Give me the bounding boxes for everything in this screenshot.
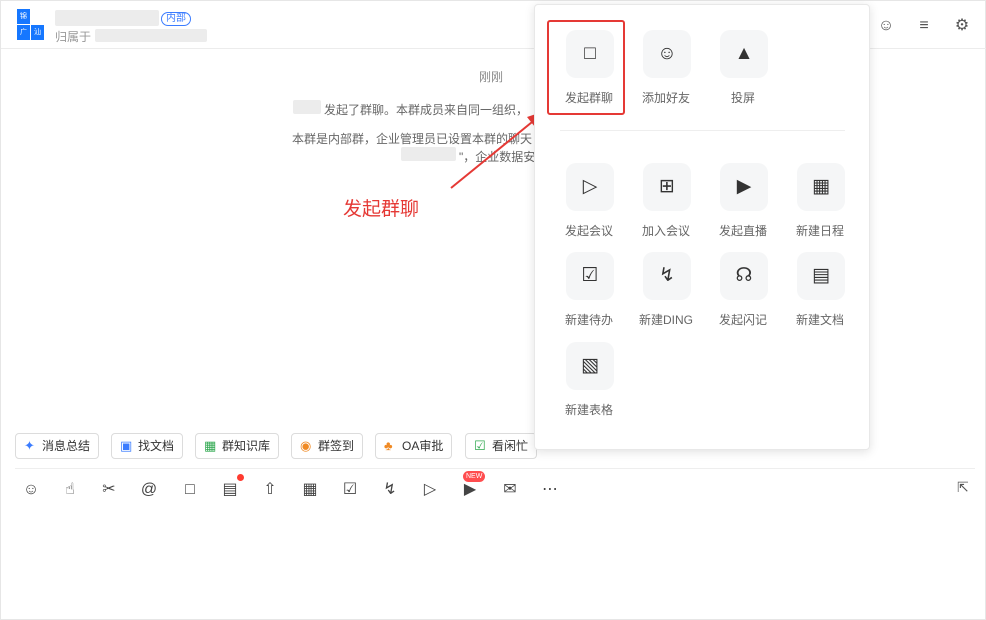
annotation-highlight-box [547,20,625,115]
lightning-icon[interactable]: ↯ [379,479,401,501]
video-icon[interactable]: ▷ [419,479,441,501]
menu-item-new-document[interactable]: ▤ 新建文档 [785,252,855,342]
calendar-icon[interactable]: ▦ [299,479,321,501]
menu-item-new-schedule[interactable]: ▦ 新建日程 [785,163,855,253]
sparkle-icon: ✦ [24,438,35,453]
expand-icon[interactable]: ⇱ [957,479,969,496]
calendar-check-icon: ☑ [474,438,486,453]
checkbox-icon: ☑ [566,252,614,300]
chat-window: 锦 广 汕 内部 归属于 ☺ ≡ ⚙ 刚刚 发起了群聊。本群成员来自同一组织， … [0,0,986,620]
notification-dot [237,474,244,481]
emoji-icon[interactable]: ☺ [20,479,42,501]
quick-tool-knowledge-base[interactable]: ▦ 群知识库 [195,433,280,459]
menu-item-new-todo[interactable]: ☑ 新建待办 [554,252,624,342]
table-sheet-icon: ▧ [566,342,614,390]
menu-item-label: 新建表格 [564,403,613,417]
document-icon: ▤ [797,252,845,300]
play-icon[interactable]: ▶ [459,479,481,501]
more-icon[interactable]: ⋯ [539,479,561,501]
checkbox-icon[interactable]: ☑ [339,479,361,501]
quick-tool-summary[interactable]: ✦ 消息总结 [15,433,100,459]
menu-item-label: 添加好友 [641,91,690,105]
new-badge: NEW [463,471,486,482]
menu-item-new-sheet[interactable]: ▧ 新建表格 [554,342,624,432]
menu-item-label: 发起闪记 [718,313,767,327]
menu-separator [560,130,845,131]
quick-tool-label: 看闲忙 [492,439,529,453]
scissors-icon[interactable]: ✂ [98,479,120,501]
note-add-icon[interactable]: ▤ [219,479,241,501]
menu-item-screen-cast[interactable]: ▲ 投屏 [708,30,778,120]
quick-tool-label: 群知识库 [222,439,271,453]
menu-item-label: 新建日程 [795,224,844,238]
menu-item-label: 发起直播 [718,224,767,238]
toolbar-divider [15,468,975,469]
at-icon[interactable]: @ [138,479,160,501]
menu-item-flash-note[interactable]: ☊ 发起闪记 [708,252,778,342]
mail-icon[interactable]: ✉ [499,479,521,501]
screen-cast-icon: ▲ [720,30,768,78]
lightning-icon: ↯ [643,252,691,300]
menu-item-label: 新建待办 [564,313,613,327]
quick-tool-label: OA审批 [402,439,444,453]
quick-tool-oa-approval[interactable]: ♣ OA审批 [375,433,453,459]
quick-tool-availability[interactable]: ☑ 看闲忙 [465,433,538,459]
quick-tool-label: 群签到 [318,439,355,453]
menu-item-start-meeting[interactable]: ▷ 发起会议 [554,163,624,253]
quick-tool-find-doc[interactable]: ▣ 找文档 [111,433,184,459]
video-camera-icon: ▷ [566,163,614,211]
location-pin-icon: ◉ [300,438,312,453]
menu-item-add-friend[interactable]: ☺ 添加好友 [631,30,701,120]
quick-tool-check-in[interactable]: ◉ 群签到 [291,433,364,459]
slash-command-icon[interactable]: □ [179,479,201,501]
menu-item-label: 投屏 [730,91,755,105]
menu-item-label: 发起会议 [564,224,613,238]
menu-item-label: 新建DING [638,313,693,327]
live-tv-icon: ▶ [720,163,768,211]
menu-item-label: 新建文档 [795,313,844,327]
stamp-icon: ♣ [384,438,393,453]
quick-tool-label: 找文档 [138,439,175,453]
menu-item-start-live[interactable]: ▶ 发起直播 [708,163,778,253]
calendar-icon: ▦ [797,163,845,211]
knowledge-base-icon: ▦ [204,438,217,453]
menu-item-label: 加入会议 [641,224,690,238]
menu-item-new-ding[interactable]: ↯ 新建DING [631,252,701,342]
mic-note-icon: ☊ [720,252,768,300]
doc-search-icon: ▣ [120,438,133,453]
thumbs-up-icon[interactable]: ☝ [59,479,81,501]
quick-tool-label: 消息总结 [42,439,91,453]
upload-icon[interactable]: ⇧ [259,479,281,501]
plus-square-icon: ⊞ [643,163,691,211]
menu-item-join-meeting[interactable]: ⊞ 加入会议 [631,163,701,253]
add-friend-icon: ☺ [643,30,691,78]
